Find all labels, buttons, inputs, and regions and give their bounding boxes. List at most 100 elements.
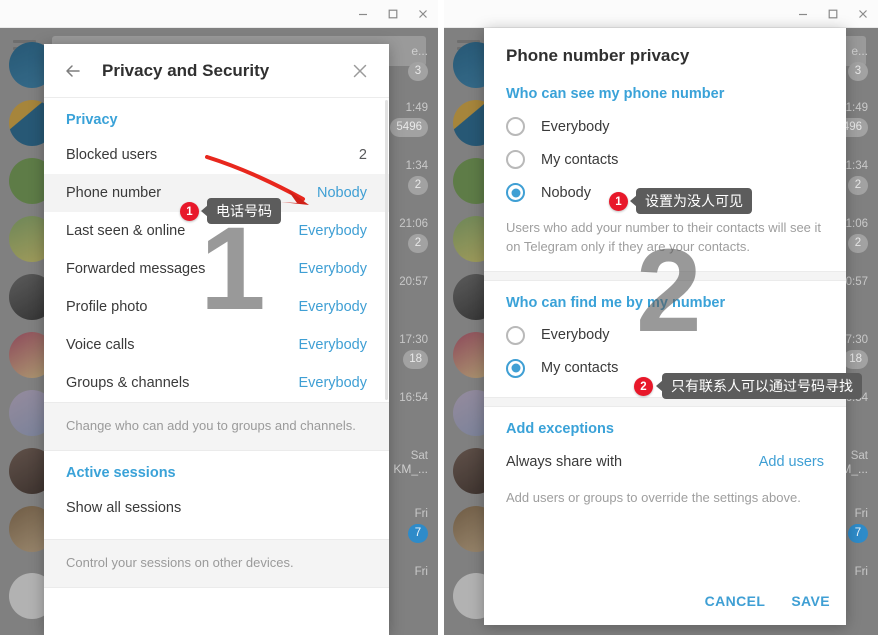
right-titlebar bbox=[444, 0, 878, 28]
chat-list-item-meta[interactable]: 1:34 2 bbox=[846, 160, 868, 195]
unread-badge: 7 bbox=[408, 524, 428, 543]
page-title: Phone number privacy bbox=[506, 46, 690, 65]
chat-timestamp: Fri bbox=[414, 566, 428, 578]
row-label: Last seen & online bbox=[66, 223, 186, 239]
step-watermark-1: 1 bbox=[200, 203, 266, 335]
chat-preview: e... bbox=[411, 44, 428, 58]
step-watermark-2: 2 bbox=[636, 225, 702, 357]
active-sessions-title[interactable]: Active sessions bbox=[44, 451, 389, 489]
row-value: Everybody bbox=[298, 337, 367, 353]
left-titlebar bbox=[0, 0, 438, 28]
row-value: Everybody bbox=[298, 375, 367, 391]
chat-preview: e... bbox=[851, 44, 868, 58]
radio-unselected-icon[interactable] bbox=[506, 117, 525, 136]
dialog-header: Privacy and Security bbox=[44, 44, 389, 98]
step-tooltip-1: 电话号码 bbox=[207, 198, 281, 225]
chat-list-item-meta[interactable]: 1:49 5496 bbox=[390, 102, 428, 137]
chat-list-item-meta[interactable]: Fri bbox=[415, 566, 428, 578]
close-icon[interactable] bbox=[345, 56, 375, 86]
chat-list-item-meta[interactable]: e... 3 bbox=[408, 44, 428, 81]
radio-label: My contacts bbox=[541, 360, 619, 377]
sessions-hint: Control your sessions on other devices. bbox=[44, 538, 389, 588]
privacy-row-blocked-users[interactable]: Blocked users 2 bbox=[44, 136, 389, 174]
chat-list-item-meta[interactable]: Fri 7 bbox=[408, 508, 428, 543]
row-label: Profile photo bbox=[66, 299, 148, 315]
unread-badge: 2 bbox=[848, 234, 868, 253]
add-exceptions-section: Add exceptions Always share with Add use… bbox=[484, 406, 846, 508]
chat-timestamp: 17:30 bbox=[399, 334, 428, 346]
step-marker-1: 1 bbox=[609, 192, 628, 211]
back-arrow-icon[interactable] bbox=[58, 56, 88, 86]
privacy-and-security-dialog: Privacy and Security Privacy Blocked use… bbox=[44, 44, 389, 635]
chat-list-item-meta[interactable]: 21:06 2 bbox=[399, 218, 428, 253]
chat-timestamp: 16:54 bbox=[399, 392, 428, 404]
chat-timestamp: Fri bbox=[854, 566, 868, 578]
row-label: Show all sessions bbox=[66, 499, 182, 516]
chat-list-item-meta[interactable]: 16:54 bbox=[399, 392, 428, 404]
radio-option-everybody[interactable]: Everybody bbox=[484, 110, 846, 143]
unread-badge: 3 bbox=[848, 62, 868, 81]
dialog-scrollbar[interactable] bbox=[385, 100, 388, 400]
maximize-icon[interactable] bbox=[378, 2, 408, 26]
privacy-section-title: Privacy bbox=[66, 112, 118, 128]
row-value: Nobody bbox=[317, 185, 367, 201]
chat-list-item-meta[interactable]: 1:34 2 bbox=[406, 160, 428, 195]
chat-list-item-meta[interactable]: Fri 7 bbox=[848, 508, 868, 543]
chat-timestamp: 20:57 bbox=[399, 276, 428, 288]
unread-badge: 5496 bbox=[390, 118, 428, 137]
close-icon[interactable] bbox=[848, 2, 878, 26]
unread-badge: 18 bbox=[403, 350, 428, 369]
radio-label: Everybody bbox=[541, 327, 610, 344]
minimize-icon[interactable] bbox=[348, 2, 378, 26]
step-tooltip-2: 只有联系人可以通过号码寻找 bbox=[662, 373, 862, 400]
row-value: Everybody bbox=[298, 223, 367, 239]
step-marker-1: 1 bbox=[180, 202, 199, 221]
dialog-actions: CANCEL SAVE bbox=[703, 589, 832, 613]
radio-option-my-contacts[interactable]: My contacts bbox=[484, 143, 846, 176]
radio-selected-icon[interactable] bbox=[506, 358, 525, 378]
row-label: Forwarded messages bbox=[66, 261, 206, 277]
unread-badge: 7 bbox=[848, 524, 868, 543]
step-tooltip-1: 设置为没人可见 bbox=[636, 188, 752, 215]
who-can-see-title: Who can see my phone number bbox=[506, 86, 725, 102]
radio-selected-icon[interactable] bbox=[506, 183, 525, 202]
step-marker-2: 2 bbox=[634, 377, 653, 396]
chat-list-item-meta[interactable]: e... 3 bbox=[848, 44, 868, 81]
row-label: Always share with bbox=[506, 453, 623, 470]
chat-list-item-meta[interactable]: 17:30 18 bbox=[399, 334, 428, 369]
chat-timestamp: Fri bbox=[854, 508, 868, 520]
chat-list-item-meta[interactable]: 20:57 bbox=[399, 276, 428, 288]
privacy-row-groups-channels[interactable]: Groups & channels Everybody bbox=[44, 364, 389, 402]
sessions-section: Active sessions Show all sessions bbox=[44, 450, 389, 539]
row-value: Everybody bbox=[298, 299, 367, 315]
page-title: Privacy and Security bbox=[102, 60, 270, 80]
save-button[interactable]: SAVE bbox=[789, 589, 832, 613]
unread-badge: 2 bbox=[408, 176, 428, 195]
chat-list-item-meta[interactable]: Fri bbox=[855, 566, 868, 578]
row-always-share-with[interactable]: Always share with Add users bbox=[484, 445, 846, 479]
row-value: Everybody bbox=[298, 261, 367, 277]
radio-label: My contacts bbox=[541, 151, 619, 168]
chat-timestamp: 1:34 bbox=[845, 160, 868, 172]
row-label: Phone number bbox=[66, 185, 162, 201]
row-show-all-sessions[interactable]: Show all sessions bbox=[44, 489, 389, 527]
close-icon[interactable] bbox=[408, 2, 438, 26]
minimize-icon[interactable] bbox=[788, 2, 818, 26]
radio-unselected-icon[interactable] bbox=[506, 325, 525, 345]
maximize-icon[interactable] bbox=[818, 2, 848, 26]
chat-timestamp: 1:34 bbox=[405, 160, 428, 172]
chat-timestamp: 21:06 bbox=[399, 218, 428, 230]
unread-badge: 2 bbox=[408, 234, 428, 253]
chat-preview: KM_... bbox=[393, 462, 428, 476]
left-window: Search e...31:4954961:34221:06220:5717:3… bbox=[0, 0, 438, 635]
chat-list-item-meta[interactable]: Sat KM_... bbox=[393, 450, 428, 476]
screenshot-stage: Search e...31:4954961:34221:06220:5717:3… bbox=[0, 0, 878, 635]
radio-unselected-icon[interactable] bbox=[506, 150, 525, 169]
unread-badge: 2 bbox=[848, 176, 868, 195]
row-value: 2 bbox=[358, 147, 367, 163]
add-users-link[interactable]: Add users bbox=[759, 454, 824, 470]
row-label: Blocked users bbox=[66, 147, 158, 163]
cancel-button[interactable]: CANCEL bbox=[703, 589, 768, 613]
exceptions-hint: Add users or groups to override the sett… bbox=[506, 489, 801, 505]
add-exceptions-title: Add exceptions bbox=[506, 420, 614, 437]
